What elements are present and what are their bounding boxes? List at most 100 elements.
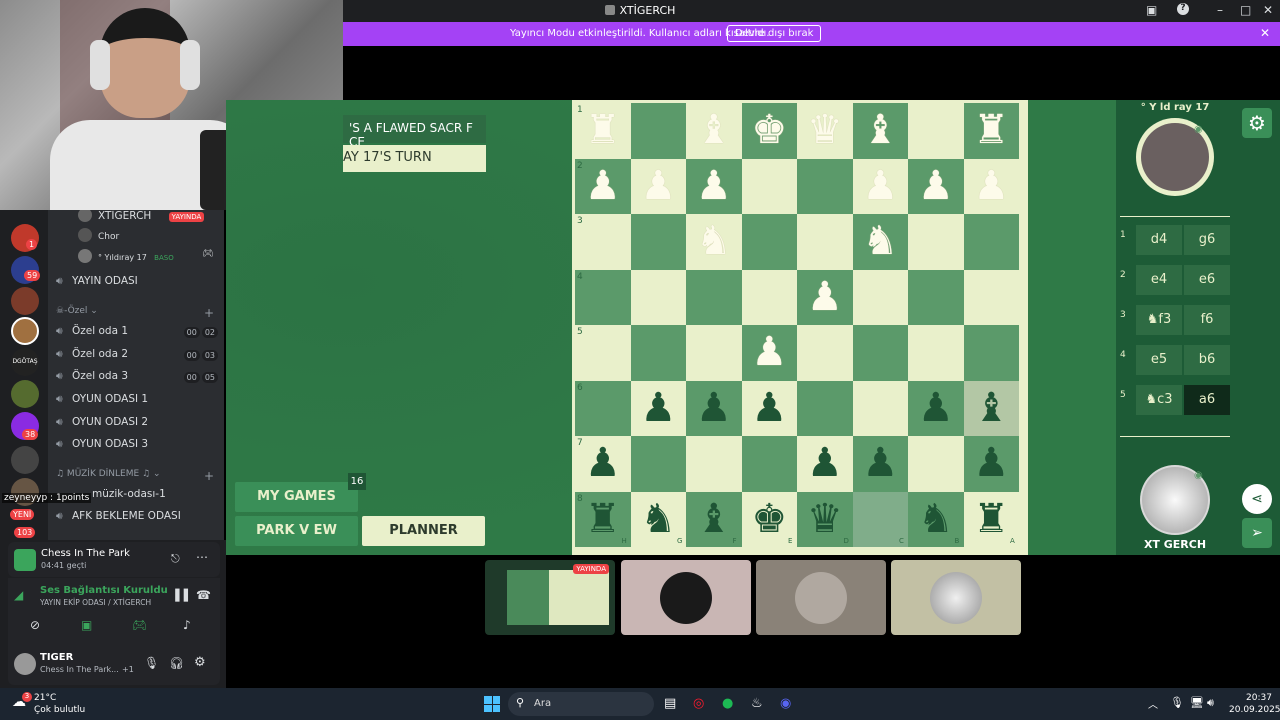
board-square[interactable]: [575, 269, 631, 325]
board-square[interactable]: [630, 436, 686, 492]
discord-icon[interactable]: ◉: [780, 696, 791, 711]
board-square[interactable]: [630, 269, 686, 325]
white-piece[interactable]: ♜: [575, 103, 631, 159]
white-piece[interactable]: ♟: [908, 159, 964, 215]
park-view-button[interactable]: PARK V EW: [235, 516, 358, 546]
dark-piece[interactable]: ♜: [964, 492, 1020, 548]
dark-piece[interactable]: ♟: [631, 381, 687, 437]
board-square[interactable]: [797, 158, 853, 214]
board-square[interactable]: [797, 380, 853, 436]
board-square[interactable]: [575, 380, 631, 436]
white-piece[interactable]: ♟: [575, 159, 631, 215]
dark-piece[interactable]: ♟: [908, 381, 964, 437]
dark-piece[interactable]: ♞: [908, 492, 964, 548]
dark-piece[interactable]: ♞: [631, 492, 687, 548]
white-piece[interactable]: ♞: [853, 214, 909, 270]
avatar[interactable]: [14, 653, 36, 675]
server-icon[interactable]: [11, 287, 39, 315]
white-move[interactable]: ♞f3: [1136, 305, 1182, 335]
dark-piece[interactable]: ♟: [742, 381, 798, 437]
voice-user[interactable]: XTİGERCH YAYINDA: [78, 208, 205, 222]
white-piece[interactable]: ♟: [964, 159, 1020, 215]
windows-start-icon[interactable]: [484, 696, 500, 712]
share-button[interactable]: ⋖: [1242, 484, 1272, 514]
board-square[interactable]: [908, 436, 964, 492]
channel-muzik-odasi-1[interactable]: müzik-odası-1: [92, 488, 166, 500]
white-piece[interactable]: ♟: [686, 159, 742, 215]
stream-thumbnail[interactable]: YAYINDA: [485, 560, 615, 635]
participant-tile[interactable]: [621, 560, 751, 635]
white-piece[interactable]: ♛: [797, 103, 853, 159]
activity-card[interactable]: Chess In The Park 04:41 geçti ⎋ ⋯: [8, 542, 220, 577]
category-muzik[interactable]: ♫ MÜZİK DİNLEME ♫ ⌄ +: [56, 469, 214, 483]
board-square[interactable]: [963, 214, 1019, 270]
board-square[interactable]: [852, 380, 908, 436]
taskbar-search[interactable]: ⚲ Ara: [508, 692, 654, 716]
board-square[interactable]: [852, 325, 908, 381]
clock-date[interactable]: 20.09.2025: [1229, 705, 1280, 715]
channel-yayin-odasi[interactable]: 🔊︎ YAYIN ODASI: [56, 275, 138, 288]
chess-board[interactable]: 1 2 3 4 5 6 7 8 H G F E D C B A ♜ ♝ ♚ ♛ ♝ ♜ ♟ ♟ ♟ ♟ ♟ ♟ ♞ ♞ ♟ ♟ ♟ ♟ ♟ ♟ ♝ ♟ ♟ ♟…: [572, 100, 1028, 555]
white-move[interactable]: e5: [1136, 345, 1182, 375]
board-square[interactable]: [797, 214, 853, 270]
help-icon[interactable]: ?: [1177, 3, 1189, 15]
dark-piece[interactable]: ♟: [853, 436, 909, 492]
settings-button[interactable]: ⚙: [1242, 108, 1272, 138]
my-games-button[interactable]: MY GAMES: [235, 482, 358, 512]
white-piece[interactable]: ♟: [742, 325, 798, 381]
clock-time[interactable]: 20:37: [1246, 693, 1272, 703]
board-square[interactable]: [630, 103, 686, 159]
dark-piece[interactable]: ♚: [742, 492, 798, 548]
close-window-icon[interactable]: ✕: [1263, 3, 1273, 17]
board-square[interactable]: [963, 269, 1019, 325]
inbox-icon[interactable]: ▣: [1146, 3, 1157, 17]
board-square[interactable]: [686, 325, 742, 381]
dark-piece[interactable]: ♟: [686, 381, 742, 437]
steam-icon[interactable]: ♨: [751, 696, 763, 711]
participant-tile[interactable]: [756, 560, 886, 635]
camera-off-icon[interactable]: ⊘: [30, 618, 40, 632]
board-square[interactable]: [686, 269, 742, 325]
channel-ozel-oda-1[interactable]: 🔊︎ Özel oda 1: [56, 325, 128, 338]
server-icon[interactable]: [11, 317, 39, 345]
board-square[interactable]: [963, 325, 1019, 381]
network-icon[interactable]: 🖥︎: [1190, 696, 1204, 709]
board-square[interactable]: [908, 269, 964, 325]
server-icon[interactable]: [11, 380, 39, 408]
close-banner-icon[interactable]: ✕: [1260, 26, 1270, 40]
minimize-icon[interactable]: –: [1217, 3, 1223, 17]
channel-oyun-odasi-1[interactable]: 🔊︎ OYUN ODASI 1: [56, 393, 148, 406]
planner-button[interactable]: PLANNER: [362, 516, 485, 546]
board-square[interactable]: [741, 214, 797, 270]
white-move[interactable]: e4: [1136, 265, 1182, 295]
participant-tile[interactable]: [891, 560, 1021, 635]
more-icon[interactable]: ⋯: [196, 550, 208, 564]
noise-icon[interactable]: ▐▐: [171, 589, 188, 602]
show-hidden-icons[interactable]: ︿: [1148, 696, 1158, 711]
dark-piece[interactable]: ♝: [686, 492, 742, 548]
spotify-icon[interactable]: ●: [722, 696, 733, 711]
board-square[interactable]: [741, 269, 797, 325]
channel-oyun-odasi-3[interactable]: 🔊︎ OYUN ODASI 3: [56, 438, 148, 451]
white-piece[interactable]: ♜: [964, 103, 1020, 159]
channel-afk[interactable]: 🔊︎ AFK BEKLEME ODASI: [56, 510, 181, 523]
board-square[interactable]: [575, 214, 631, 270]
opera-icon[interactable]: ◎: [693, 696, 704, 711]
channel-ozel-oda-2[interactable]: 🔊︎ Özel oda 2: [56, 348, 128, 361]
channel-ozel-oda-3[interactable]: 🔊︎ Özel oda 3: [56, 370, 128, 383]
board-square[interactable]: [908, 103, 964, 159]
black-move[interactable]: g6: [1184, 225, 1230, 255]
black-move[interactable]: f6: [1184, 305, 1230, 335]
board-square[interactable]: [741, 158, 797, 214]
dark-piece[interactable]: ♛: [797, 492, 853, 548]
disconnect-icon[interactable]: ☎: [196, 588, 211, 602]
dark-piece[interactable]: ♟: [575, 436, 631, 492]
board-square[interactable]: [630, 325, 686, 381]
white-piece[interactable]: ♝: [853, 103, 909, 159]
activity-launch-icon[interactable]: 🎮︎: [132, 618, 147, 632]
dark-piece[interactable]: ♟: [964, 436, 1020, 492]
server-icon[interactable]: [11, 446, 39, 474]
channel-oyun-odasi-2[interactable]: 🔊︎ OYUN ODASI 2: [56, 416, 148, 429]
microphone-tray-icon[interactable]: 🎙︎: [1170, 696, 1184, 709]
board-square[interactable]: [908, 214, 964, 270]
